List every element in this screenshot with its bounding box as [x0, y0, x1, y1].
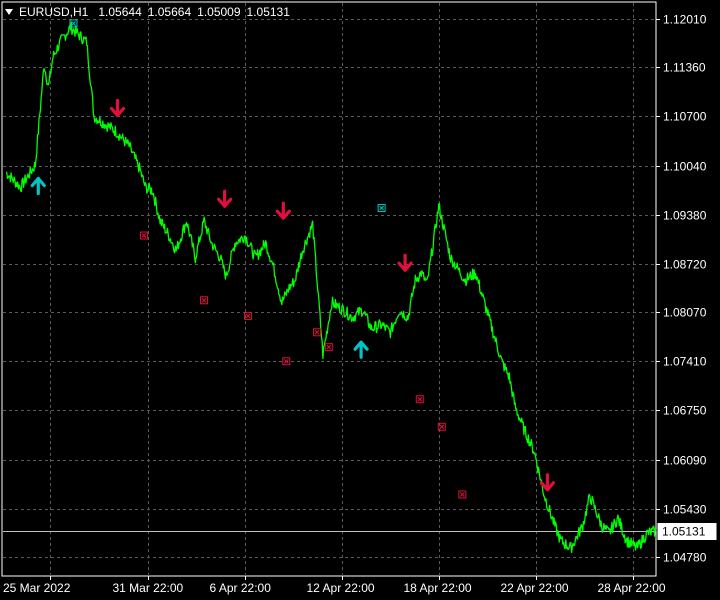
y-tick-label: 1.06090 [663, 454, 707, 468]
dropdown-triangle-icon[interactable] [5, 9, 13, 15]
y-tick-label: 1.08720 [663, 258, 707, 272]
x-tick-label: 31 Mar 22:00 [113, 581, 184, 595]
x-tick-label: 18 Apr 22:00 [404, 581, 472, 595]
y-tick-label: 1.04780 [663, 551, 707, 565]
close-value: 1.05131 [246, 5, 290, 19]
y-tick-label: 1.09380 [663, 209, 707, 223]
y-tick-label: 1.10700 [663, 110, 707, 124]
x-tick-label: 12 Apr 22:00 [307, 581, 375, 595]
y-tick-label: 1.10040 [663, 160, 707, 174]
open-value: 1.05644 [98, 5, 142, 19]
x-tick-label: 6 Apr 22:00 [210, 581, 272, 595]
high-value: 1.05664 [147, 5, 192, 19]
low-value: 1.05009 [197, 5, 241, 19]
x-tick-label: 25 Mar 2022 [3, 581, 71, 595]
x-tick-label: 28 Apr 22:00 [598, 581, 666, 595]
chart-header: EURUSD,H1 1.05644 1.05664 1.05009 1.0513… [5, 5, 292, 19]
y-tick-label: 1.11360 [663, 61, 706, 75]
y-tick-label: 1.05430 [663, 503, 707, 517]
current-price-label: 1.05131 [662, 525, 706, 539]
y-tick-label: 1.07410 [663, 355, 707, 369]
y-tick-label: 1.06750 [663, 404, 707, 418]
price-chart[interactable]: 1.12010 1.11360 1.10700 1.10040 1.09380 1.087… [0, 0, 720, 600]
x-tick-label: 22 Apr 22:00 [501, 581, 569, 595]
symbol-label: EURUSD,H1 [19, 5, 89, 19]
y-tick-label: 1.12010 [663, 13, 707, 27]
y-tick-label: 1.08070 [663, 306, 707, 320]
